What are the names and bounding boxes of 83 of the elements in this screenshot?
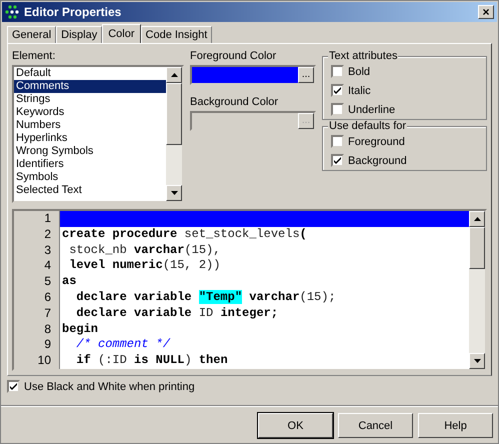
line-number: 7 — [14, 306, 60, 322]
code-text: if — [75, 353, 92, 368]
checkbox-label: Foreground — [348, 136, 405, 148]
dialog-button[interactable]: Help — [418, 413, 493, 438]
line-number: 6 — [14, 290, 60, 306]
app-icon — [5, 5, 21, 19]
group-title: Text attributes — [328, 50, 398, 62]
list-item[interactable]: Comments — [14, 80, 166, 93]
scrollbar[interactable] — [469, 211, 485, 369]
line-number: 10 — [14, 353, 60, 369]
checkbox-label: Underline — [348, 104, 396, 116]
color-label: Foreground Color — [190, 50, 278, 62]
checkbox-label: Bold — [348, 66, 370, 78]
code-text: create procedure — [62, 226, 178, 241]
list-item[interactable]: Symbols — [14, 171, 166, 184]
dialog-button[interactable]: OK — [258, 413, 333, 438]
line-number: 2 — [14, 226, 60, 243]
list-item[interactable]: Identifiers — [14, 158, 166, 171]
code-text: (:ID — [98, 353, 128, 368]
up-arrow-icon[interactable] — [474, 217, 480, 221]
code-text: begin — [62, 322, 98, 336]
color-label: Background Color — [190, 96, 280, 108]
close-button[interactable]: × — [478, 5, 494, 19]
code-text: level numeric — [68, 258, 163, 272]
line-number: 4 — [14, 258, 60, 274]
dialog-button[interactable]: Cancel — [338, 413, 413, 438]
code-text: ) — [184, 353, 193, 368]
list-item[interactable]: Strings — [14, 93, 166, 106]
list-item[interactable]: Hyperlinks — [14, 132, 166, 145]
list-item[interactable]: Wrong Symbols — [14, 145, 166, 158]
down-arrow-icon[interactable] — [474, 359, 480, 363]
check-icon — [333, 156, 342, 165]
code-text: (15), — [184, 242, 220, 257]
color-field[interactable]: ... — [190, 65, 316, 85]
browse-button[interactable]: ... — [298, 67, 314, 83]
window-title: Editor Properties — [24, 5, 122, 19]
code-text: varchar — [248, 290, 300, 304]
line-number: 9 — [14, 337, 60, 354]
tab[interactable]: Display — [56, 26, 102, 43]
code-text: (15); — [300, 290, 336, 304]
checkbox[interactable] — [7, 380, 20, 393]
checkbox-label: Italic — [348, 84, 371, 96]
code-text: varchar — [134, 242, 184, 257]
code-text: /* comment */ — [75, 337, 170, 352]
code-text: integer; — [220, 306, 278, 320]
list-item[interactable]: Default — [14, 67, 166, 80]
up-arrow-icon[interactable] — [170, 73, 178, 77]
code-text: (15, 2)) — [162, 258, 220, 272]
down-arrow-icon[interactable] — [170, 191, 178, 195]
line-number: 5 — [14, 274, 60, 290]
checkbox[interactable] — [331, 154, 344, 167]
code-text: then — [198, 353, 228, 368]
checkbox[interactable] — [331, 84, 344, 97]
code-text: ( — [300, 226, 307, 241]
list-item[interactable]: Keywords — [14, 106, 166, 119]
tab[interactable]: Color — [102, 24, 141, 43]
code-text: is NULL — [134, 353, 184, 368]
code-text: ID — [198, 306, 214, 320]
scrollbar[interactable] — [166, 67, 182, 201]
list-item[interactable]: Numbers — [14, 119, 166, 132]
list-item[interactable]: Selected Text — [14, 184, 166, 197]
code-preview[interactable] — [12, 209, 487, 371]
tab[interactable]: General — [7, 26, 56, 43]
code-text: declare variable — [75, 306, 193, 320]
checkbox[interactable] — [331, 103, 344, 116]
code-text: declare variable — [75, 290, 193, 304]
checkbox-label: Use Black and White when printing — [24, 380, 195, 392]
group-title: Use defaults for — [328, 120, 408, 132]
tab[interactable]: Code Insight — [140, 26, 212, 43]
line-number: 3 — [14, 242, 60, 258]
checkbox-label: Background — [348, 154, 407, 166]
line-number: 8 — [14, 322, 60, 338]
element-list[interactable]: Default Comments Strings Keywords Numbers Hyperlinks Wrong Symbols Identifiers Symbols Selected Text — [12, 65, 184, 203]
check-icon — [333, 86, 342, 95]
checkbox[interactable] — [331, 135, 344, 148]
line-number: 1 — [14, 211, 60, 227]
checkbox[interactable] — [331, 65, 344, 78]
check-icon — [9, 382, 18, 391]
field-label: Element: — [12, 50, 56, 62]
code-text: "Temp" — [198, 290, 242, 304]
code-text: set_stock_levels — [184, 226, 300, 241]
code-text: as — [62, 274, 76, 288]
code-text: stock_nb — [68, 242, 128, 257]
